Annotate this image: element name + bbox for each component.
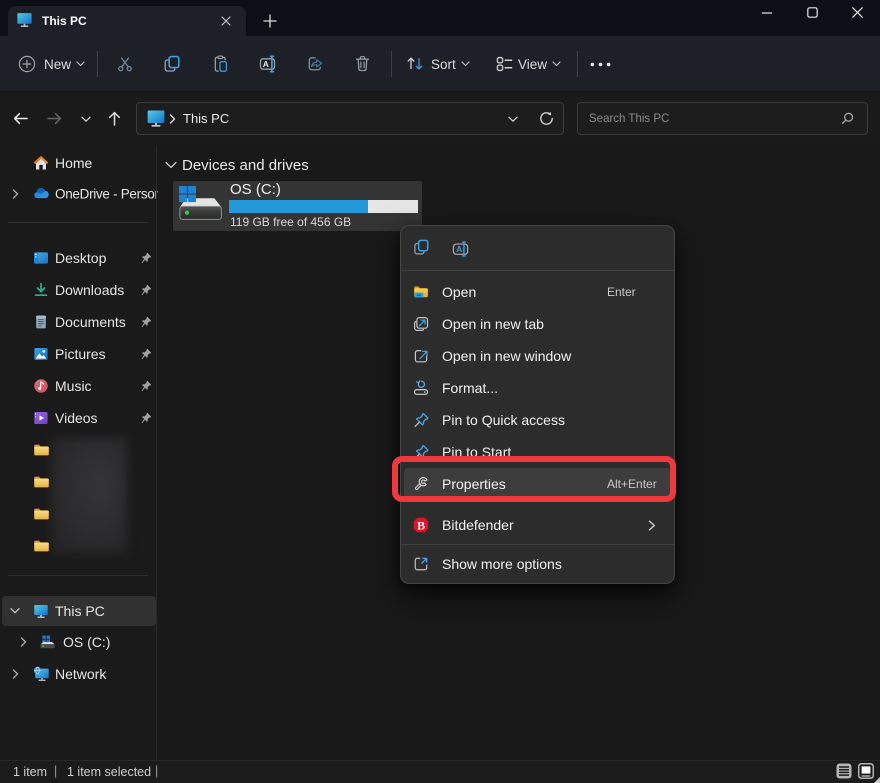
svg-text:B: B [417, 518, 425, 532]
svg-text:A: A [456, 244, 462, 254]
svg-text:A: A [263, 59, 269, 69]
